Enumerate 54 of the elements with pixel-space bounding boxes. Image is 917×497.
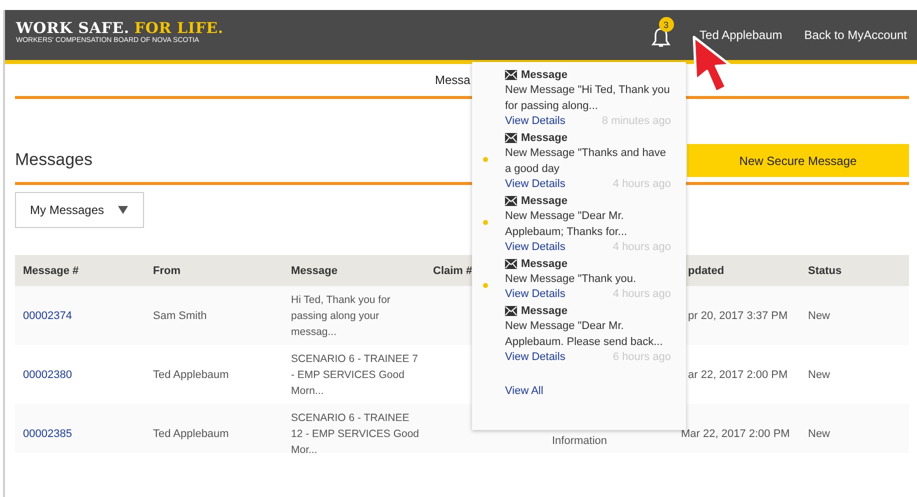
envelope-icon xyxy=(505,133,517,143)
notification-badge: 3 xyxy=(658,17,674,32)
table-cell: Ted Applebaum xyxy=(153,428,229,440)
table-cell: New xyxy=(808,310,830,322)
view-details-link[interactable]: View Details xyxy=(505,114,566,129)
table-cell: Sam Smith xyxy=(153,310,207,322)
caret-icon xyxy=(118,206,128,214)
notification-title: Message xyxy=(521,69,568,81)
table-cell: Information xyxy=(552,435,608,447)
message-link[interactable]: 00002385 xyxy=(23,428,72,440)
back-link[interactable]: Back to MyAccount xyxy=(804,28,907,42)
view-all-link[interactable]: View All xyxy=(505,385,686,397)
page-title: Messages xyxy=(15,150,92,170)
bell-icon[interactable] xyxy=(650,27,671,49)
column-header[interactable]: From xyxy=(153,264,180,276)
table-cell-text: Hi Ted, Thank you for passing along your messag... xyxy=(291,292,392,340)
nav-item[interactable]: Messa xyxy=(435,73,470,87)
notification-text: New Message "Thanks and have a good day xyxy=(505,146,668,177)
envelope-icon xyxy=(505,259,517,269)
column-header[interactable]: Message xyxy=(291,264,338,276)
notification-text: New Message "Thank you. xyxy=(505,272,638,287)
notification-title: Message xyxy=(521,195,568,207)
table-cell-text: SCENARIO 6 - TRAINEE 7 - EMP SERVICES Good Morn... xyxy=(291,352,420,398)
notification-title: Message xyxy=(521,132,568,144)
notification-text: New Message "Dear Mr. Applebaum. Please send back... xyxy=(505,319,664,350)
column-header[interactable]: Message # xyxy=(23,264,79,276)
envelope-icon xyxy=(505,196,517,206)
filter-dropdown[interactable]: My Messages xyxy=(15,192,144,228)
table-cell: pr 20, 2017 3:37 PM xyxy=(688,310,788,322)
column-header[interactable]: Claim # xyxy=(433,264,472,276)
view-details-link[interactable]: View Details xyxy=(505,177,566,192)
user-link[interactable]: Ted Applebaum xyxy=(700,28,782,42)
logo-text: WORK SAFE. xyxy=(16,20,130,36)
column-header[interactable]: pdated xyxy=(688,264,724,276)
table-cell-text: SCENARIO 6 - TRAINEE 12 - EMP SERVICES Good Mor... xyxy=(291,410,420,453)
view-details-link[interactable]: View Details xyxy=(505,287,566,302)
table-cell: ar 22, 2017 2:00 PM xyxy=(688,368,788,380)
table-cell: New xyxy=(808,368,830,380)
notification-text: New Message "Dear Mr. Applebaum; Thanks for... xyxy=(505,209,628,240)
table-cell: New xyxy=(808,428,830,440)
envelope-icon xyxy=(505,70,517,80)
view-details-link[interactable]: View Details xyxy=(505,240,566,255)
notification-title: Message xyxy=(521,258,568,270)
message-link[interactable]: 00002380 xyxy=(23,368,72,380)
table-cell: Ted Applebaum xyxy=(153,368,229,380)
envelope-icon xyxy=(505,306,517,316)
notification-title: Message xyxy=(521,305,568,317)
message-link[interactable]: 00002374 xyxy=(23,310,72,322)
notification-text: New Message "Hi Ted, Thank you for passing along... xyxy=(505,83,671,114)
new-message-button[interactable]: New Secure Message xyxy=(687,144,909,177)
view-details-link[interactable]: View Details xyxy=(505,350,566,365)
table-cell: Mar 22, 2017 2:00 PM xyxy=(681,428,790,440)
column-header[interactable]: Status xyxy=(808,264,842,276)
logo-tagline: FOR LIFE. xyxy=(134,20,224,36)
